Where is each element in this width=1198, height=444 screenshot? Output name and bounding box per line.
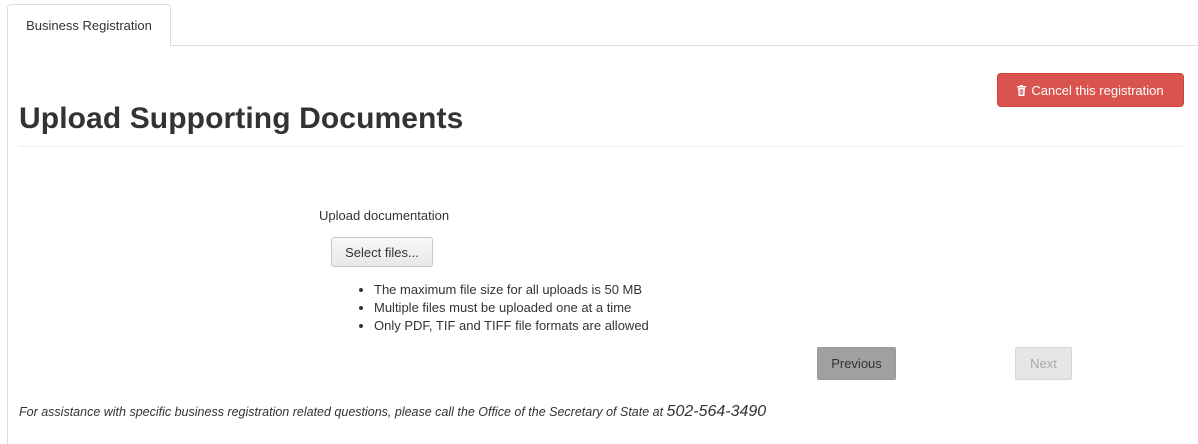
list-item: The maximum file size for all uploads is… — [374, 281, 649, 299]
next-button[interactable]: Next — [1015, 347, 1072, 380]
tab-business-registration[interactable]: Business Registration — [7, 4, 171, 46]
trash-icon — [1017, 84, 1027, 96]
title-divider — [19, 146, 1183, 147]
next-label: Next — [1030, 356, 1057, 371]
tab-strip: Business Registration — [0, 0, 1198, 46]
assistance-phone: 502-564-3490 — [666, 403, 767, 420]
assistance-text: For assistance with specific business re… — [19, 403, 766, 421]
list-item: Multiple files must be uploaded one at a… — [374, 299, 649, 317]
assistance-message: For assistance with specific business re… — [19, 405, 667, 419]
previous-label: Previous — [831, 356, 882, 371]
upload-rules-list: The maximum file size for all uploads is… — [358, 281, 649, 335]
page-title: Upload Supporting Documents — [19, 102, 464, 135]
select-files-label: Select files... — [345, 244, 419, 260]
select-files-button[interactable]: Select files... — [331, 237, 433, 267]
list-item: Only PDF, TIF and TIFF file formats are … — [374, 317, 649, 335]
previous-button[interactable]: Previous — [817, 347, 896, 380]
tab-label: Business Registration — [26, 18, 152, 33]
page: Business Registration Cancel this regist… — [0, 0, 1198, 444]
upload-documentation-label: Upload documentation — [319, 208, 450, 223]
cancel-registration-button[interactable]: Cancel this registration — [997, 73, 1184, 107]
cancel-registration-label: Cancel this registration — [1031, 82, 1164, 98]
